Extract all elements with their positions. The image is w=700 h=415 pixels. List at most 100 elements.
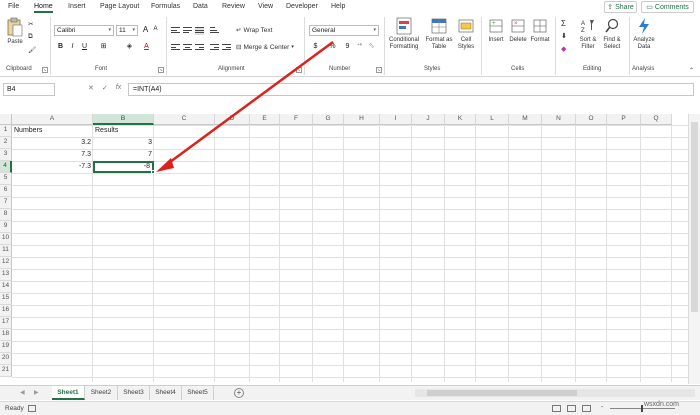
- row-header-15[interactable]: 15: [0, 293, 12, 305]
- currency-button[interactable]: $: [311, 43, 320, 50]
- normal-view-icon[interactable]: [552, 405, 561, 412]
- horizontal-scrollbar[interactable]: [415, 389, 695, 397]
- font-launcher-icon[interactable]: ↘: [158, 67, 164, 73]
- column-header-f[interactable]: F: [280, 114, 313, 125]
- cell-b2[interactable]: 3: [93, 137, 154, 149]
- collapse-ribbon-icon[interactable]: ⌃: [689, 67, 694, 74]
- comments-button[interactable]: ▭ Comments: [641, 1, 694, 13]
- row-header-3[interactable]: 3: [0, 149, 12, 161]
- column-header-c[interactable]: C: [154, 114, 215, 125]
- tab-view[interactable]: View: [258, 3, 273, 10]
- row-header-11[interactable]: 11: [0, 245, 12, 257]
- align-center-icon[interactable]: [183, 44, 192, 52]
- format-as-table-button[interactable]: Format as Table: [424, 17, 454, 51]
- column-header-m[interactable]: M: [509, 114, 542, 125]
- row-header-1[interactable]: 1: [0, 125, 12, 137]
- column-header-b[interactable]: B: [93, 114, 154, 125]
- paste-button[interactable]: Paste: [5, 17, 25, 46]
- row-header-6[interactable]: 6: [0, 185, 12, 197]
- borders-icon[interactable]: ⊞: [99, 42, 108, 50]
- decrease-font-icon[interactable]: A: [151, 26, 160, 32]
- fill-color-icon[interactable]: ◈: [125, 42, 134, 50]
- row-header-19[interactable]: 19: [0, 341, 12, 353]
- fill-down-icon[interactable]: ⬇: [561, 32, 567, 40]
- column-header-e[interactable]: E: [250, 114, 280, 125]
- row-header-14[interactable]: 14: [0, 281, 12, 293]
- align-right-icon[interactable]: [195, 44, 204, 52]
- middle-align-icon[interactable]: [183, 27, 192, 35]
- column-header-n[interactable]: N: [542, 114, 576, 125]
- bold-button[interactable]: B: [56, 43, 65, 50]
- share-button[interactable]: ⇪ Share: [604, 1, 637, 13]
- column-header-a[interactable]: A: [12, 114, 93, 125]
- sheet-tab-sheet4[interactable]: Sheet4: [150, 386, 182, 400]
- cell-b3[interactable]: 7: [93, 149, 154, 161]
- comma-style-button[interactable]: 9: [343, 43, 352, 50]
- worksheet-grid[interactable]: Numbers Results 3.2 3 7.3 7 -7.3 -8: [12, 125, 688, 382]
- decrease-decimal-icon[interactable]: ⁰₀: [367, 43, 376, 49]
- increase-font-icon[interactable]: A: [141, 25, 150, 34]
- row-header-17[interactable]: 17: [0, 317, 12, 329]
- decrease-indent-icon[interactable]: [210, 44, 219, 52]
- column-header-d[interactable]: D: [215, 114, 250, 125]
- column-header-i[interactable]: I: [380, 114, 412, 125]
- tab-formulas[interactable]: Formulas: [151, 3, 180, 10]
- row-header-18[interactable]: 18: [0, 329, 12, 341]
- merge-center-button[interactable]: ⊟ Merge & Center ▾: [236, 43, 294, 52]
- row-header-16[interactable]: 16: [0, 305, 12, 317]
- wrap-text-button[interactable]: ↵ Wrap Text: [236, 26, 272, 35]
- tab-developer[interactable]: Developer: [286, 3, 318, 10]
- add-sheet-button[interactable]: +: [234, 388, 244, 398]
- vertical-scrollbar[interactable]: [688, 114, 700, 384]
- row-header-9[interactable]: 9: [0, 221, 12, 233]
- sheet-tab-sheet1[interactable]: Sheet1: [52, 386, 85, 400]
- find-select-button[interactable]: Find & Select: [600, 17, 624, 51]
- increase-indent-icon[interactable]: [222, 44, 231, 52]
- delete-cells-button[interactable]: × Delete: [507, 17, 529, 44]
- orientation-icon[interactable]: [210, 27, 219, 35]
- cell-a3[interactable]: 7.3: [12, 149, 93, 161]
- row-header-2[interactable]: 2: [0, 137, 12, 149]
- tab-home[interactable]: Home: [34, 3, 53, 13]
- insert-cells-button[interactable]: + Insert: [485, 17, 507, 44]
- name-box[interactable]: B4: [3, 83, 55, 96]
- row-header-21[interactable]: 21: [0, 365, 12, 377]
- column-header-q[interactable]: Q: [641, 114, 672, 125]
- tab-review[interactable]: Review: [222, 3, 245, 10]
- cell-styles-button[interactable]: Cell Styles: [455, 17, 477, 51]
- column-header-l[interactable]: L: [476, 114, 509, 125]
- row-header-20[interactable]: 20: [0, 353, 12, 365]
- cell-a4[interactable]: -7.3: [12, 161, 93, 173]
- increase-decimal-icon[interactable]: ⁺⁰: [355, 43, 364, 49]
- align-left-icon[interactable]: [171, 44, 180, 52]
- format-cells-button[interactable]: Format: [529, 17, 551, 44]
- row-header-5[interactable]: 5: [0, 173, 12, 185]
- cut-button[interactable]: ✂: [28, 20, 33, 28]
- row-header-8[interactable]: 8: [0, 209, 12, 221]
- row-header-10[interactable]: 10: [0, 233, 12, 245]
- underline-button[interactable]: U: [80, 43, 89, 50]
- page-layout-view-icon[interactable]: [567, 405, 576, 412]
- italic-button[interactable]: I: [68, 43, 77, 50]
- formula-input[interactable]: =INT(A4): [128, 83, 694, 96]
- number-launcher-icon[interactable]: ↘: [376, 67, 382, 73]
- sheet-tab-sheet3[interactable]: Sheet3: [118, 386, 150, 400]
- tab-insert[interactable]: Insert: [68, 3, 86, 10]
- copy-button[interactable]: ⧉: [28, 33, 33, 41]
- number-format-select[interactable]: General ▾: [309, 25, 379, 36]
- column-header-g[interactable]: G: [313, 114, 344, 125]
- percent-button[interactable]: %: [328, 43, 337, 50]
- row-header-4[interactable]: 4: [0, 161, 12, 173]
- format-painter-button[interactable]: 🖌: [28, 46, 36, 54]
- analyze-data-button[interactable]: Analyze Data: [632, 17, 656, 51]
- font-size-select[interactable]: 11 ▾: [116, 25, 138, 36]
- clear-eraser-icon[interactable]: ◆: [561, 45, 566, 53]
- cell-b4[interactable]: -8: [93, 161, 154, 173]
- insert-function-icon[interactable]: fx: [116, 84, 121, 92]
- scroll-thumb[interactable]: [691, 122, 698, 312]
- font-color-icon[interactable]: A: [142, 43, 151, 50]
- column-header-o[interactable]: O: [576, 114, 607, 125]
- top-align-icon[interactable]: [171, 27, 180, 35]
- bottom-align-icon[interactable]: [195, 27, 204, 35]
- zoom-out-button[interactable]: -: [601, 404, 603, 411]
